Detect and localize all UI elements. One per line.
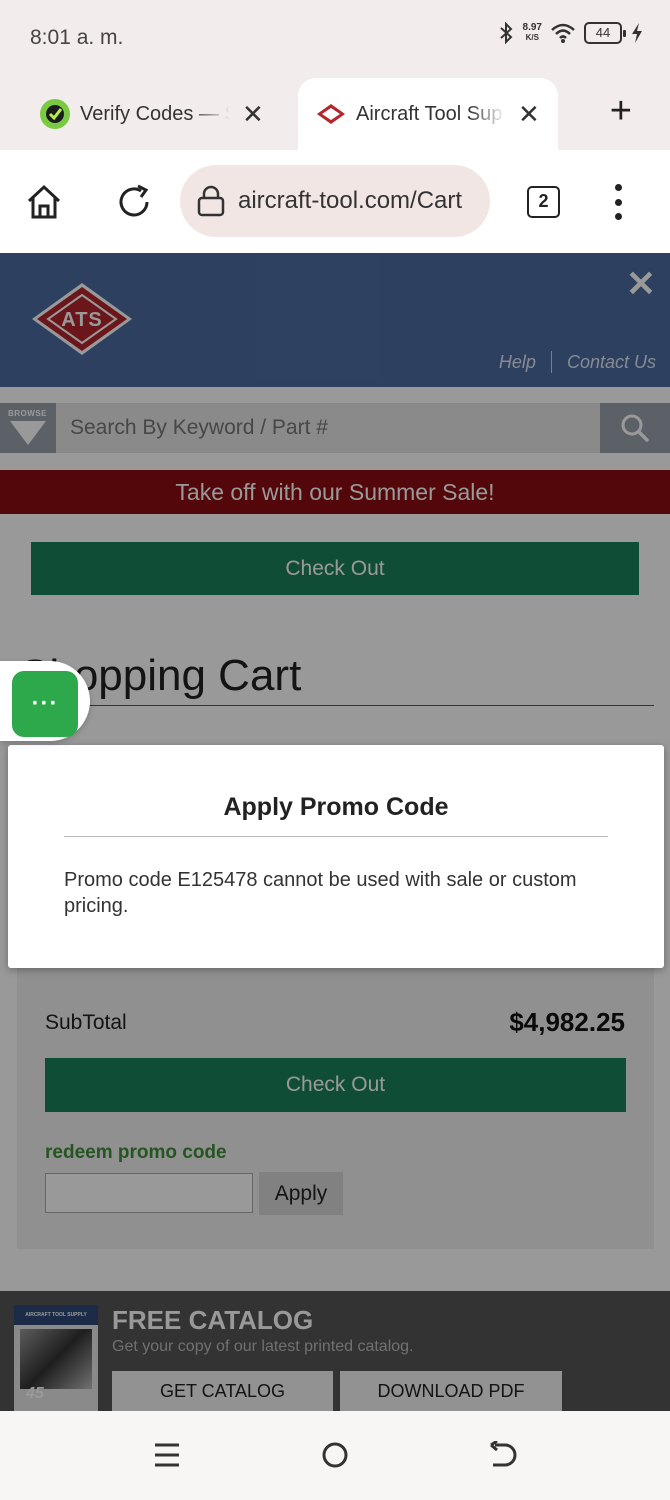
wifi-icon bbox=[551, 23, 575, 43]
network-speed: 8.97 K/S bbox=[523, 23, 542, 43]
tab-aircraft-tool[interactable]: Aircraft Tool Sup ✕ bbox=[298, 78, 558, 150]
system-nav-bar bbox=[0, 1411, 670, 1500]
network-speed-unit: K/S bbox=[525, 33, 539, 42]
tab-strip: Verify Codes — S ✕ Aircraft Tool Sup ✕ + bbox=[0, 78, 670, 150]
chat-widget[interactable]: ··· bbox=[0, 661, 90, 741]
tab-switcher-button[interactable]: 2 bbox=[527, 186, 560, 218]
dialog-message: Promo code E125478 cannot be used with s… bbox=[64, 869, 577, 917]
promo-code-dialog: Apply Promo Code Promo code E125478 cann… bbox=[8, 745, 664, 968]
browser-toolbar: aircraft-tool.com/Cart 2 bbox=[0, 150, 670, 253]
back-icon[interactable] bbox=[482, 1439, 522, 1471]
tab-verify-codes[interactable]: Verify Codes — S ✕ bbox=[40, 78, 290, 150]
reload-icon[interactable] bbox=[112, 180, 156, 224]
battery-icon: 44 bbox=[584, 22, 626, 44]
close-tab-icon[interactable]: ✕ bbox=[518, 99, 540, 130]
verify-codes-favicon bbox=[40, 99, 70, 129]
status-time: 8:01 a. m. bbox=[30, 26, 124, 49]
dialog-divider bbox=[64, 836, 608, 837]
status-bar: 8:01 a. m. 8.97 K/S 44 bbox=[0, 0, 670, 78]
charging-icon bbox=[632, 23, 642, 43]
status-icons: 8.97 K/S 44 bbox=[497, 22, 644, 44]
tab-title: Verify Codes — S bbox=[80, 102, 230, 125]
home-nav-icon[interactable] bbox=[315, 1439, 355, 1471]
address-bar[interactable]: aircraft-tool.com/Cart bbox=[180, 165, 490, 237]
tab-title: Aircraft Tool Sup bbox=[356, 102, 503, 125]
menu-icon[interactable] bbox=[606, 184, 630, 220]
chat-icon: ··· bbox=[12, 671, 78, 737]
lock-icon bbox=[197, 185, 225, 217]
url-text: aircraft-tool.com/Cart bbox=[238, 187, 463, 214]
web-page: ATS ✕ Help Contact Us BROWSE Take off wi… bbox=[0, 253, 670, 1411]
dialog-title: Apply Promo Code bbox=[223, 793, 449, 821]
new-tab-icon[interactable]: + bbox=[610, 90, 632, 133]
network-speed-value: 8.97 bbox=[522, 22, 542, 33]
bluetooth-icon bbox=[499, 22, 512, 44]
home-icon[interactable] bbox=[22, 180, 66, 224]
recents-icon[interactable] bbox=[147, 1439, 187, 1471]
ats-favicon bbox=[316, 99, 346, 129]
close-tab-icon[interactable]: ✕ bbox=[242, 99, 264, 130]
